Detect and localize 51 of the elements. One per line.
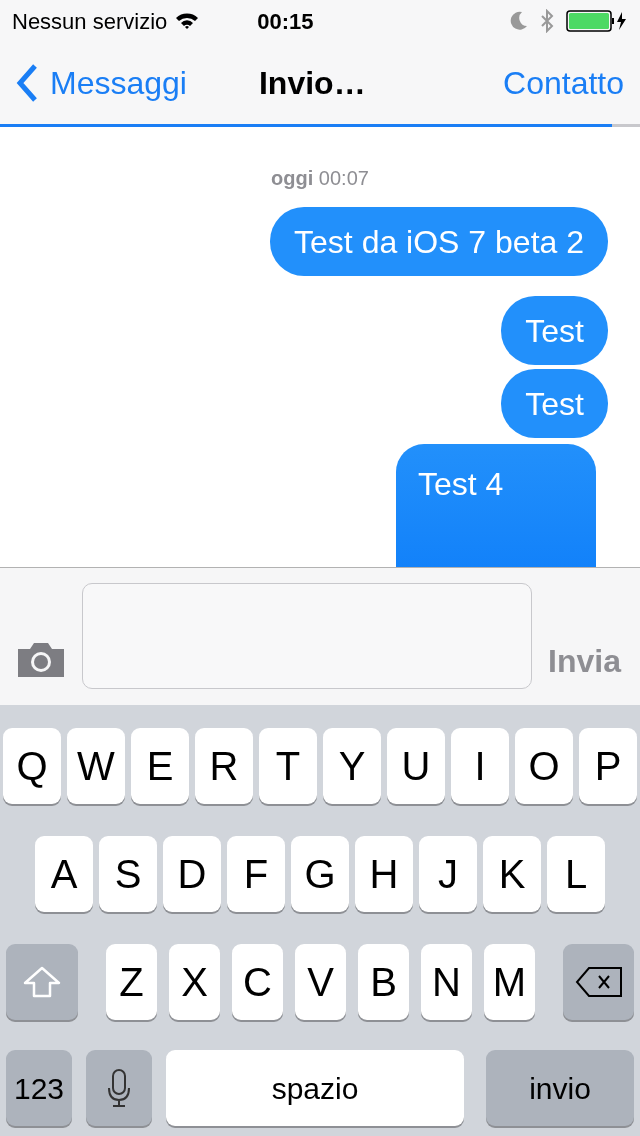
letter-key[interactable]: Q xyxy=(3,728,61,804)
nav-title: Invio… xyxy=(258,64,366,103)
letter-key[interactable]: F xyxy=(227,836,285,912)
letter-key[interactable]: C xyxy=(232,944,283,1020)
space-key[interactable]: spazio xyxy=(166,1050,464,1126)
letter-key[interactable]: G xyxy=(291,836,349,912)
letter-key[interactable]: Z xyxy=(106,944,157,1020)
letter-key[interactable]: W xyxy=(67,728,125,804)
letter-key[interactable]: T xyxy=(259,728,317,804)
backspace-icon xyxy=(574,966,623,998)
letter-key[interactable]: H xyxy=(355,836,413,912)
letter-key[interactable]: O xyxy=(515,728,573,804)
numbers-key[interactable]: 123 xyxy=(6,1050,72,1126)
letter-key[interactable]: E xyxy=(131,728,189,804)
back-button[interactable]: Messaggi xyxy=(16,59,187,107)
letter-key[interactable]: U xyxy=(387,728,445,804)
message-bubble: Test 4 xyxy=(396,444,596,567)
dictation-key[interactable] xyxy=(86,1050,152,1126)
letter-key[interactable]: I xyxy=(451,728,509,804)
letter-key[interactable]: M xyxy=(484,944,535,1020)
letter-key[interactable]: V xyxy=(295,944,346,1020)
carrier-text: Nessun servizio xyxy=(12,7,168,36)
camera-icon xyxy=(16,641,66,679)
clock-text: 00:15 xyxy=(257,7,314,36)
return-key[interactable]: invio xyxy=(486,1050,634,1126)
shift-arrow-icon xyxy=(23,966,61,998)
letter-key[interactable]: A xyxy=(35,836,93,912)
message-bubble: Test da iOS 7 beta 2 xyxy=(270,207,608,276)
contact-button[interactable]: Contatto xyxy=(503,59,624,107)
letter-key[interactable]: B xyxy=(358,944,409,1020)
delete-key[interactable] xyxy=(563,944,634,1020)
battery-icon xyxy=(566,10,628,32)
microphone-icon xyxy=(107,1068,131,1108)
letter-key[interactable]: D xyxy=(163,836,221,912)
letter-key[interactable]: Y xyxy=(323,728,381,804)
letter-key[interactable]: J xyxy=(419,836,477,912)
letter-key[interactable]: L xyxy=(547,836,605,912)
bluetooth-icon xyxy=(540,9,554,33)
letter-key[interactable]: P xyxy=(579,728,637,804)
wifi-icon xyxy=(175,12,200,30)
message-bubble: Test xyxy=(501,369,608,438)
letter-key[interactable]: S xyxy=(99,836,157,912)
letter-key[interactable]: X xyxy=(169,944,220,1020)
letter-key[interactable]: N xyxy=(421,944,472,1020)
moon-icon xyxy=(510,11,528,31)
message-field[interactable] xyxy=(82,583,532,689)
letter-key[interactable]: R xyxy=(195,728,253,804)
message-bubble: Test xyxy=(501,296,608,365)
letter-key[interactable]: K xyxy=(483,836,541,912)
chevron-left-icon xyxy=(16,64,38,102)
message-timestamp: oggi 00:07 xyxy=(271,166,369,191)
